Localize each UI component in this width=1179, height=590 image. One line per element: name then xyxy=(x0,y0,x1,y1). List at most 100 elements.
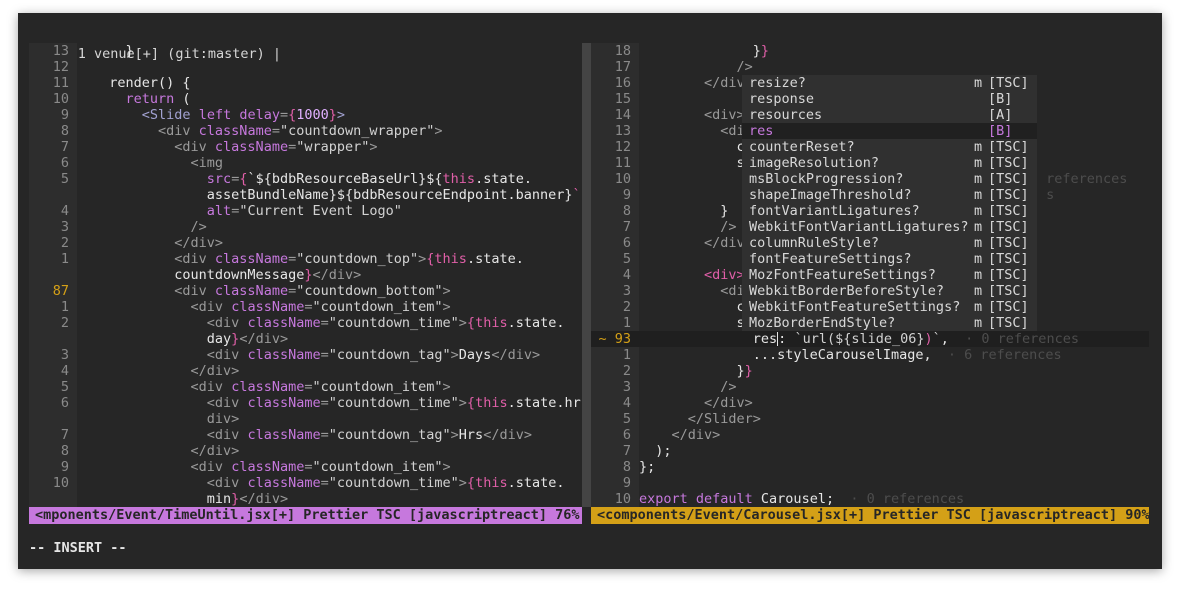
left-code-line[interactable]: div> xyxy=(29,411,582,427)
right-code-line[interactable]: 6 </div> xyxy=(591,427,1149,443)
line-number: 3 xyxy=(622,283,631,299)
left-code-line[interactable]: 5 src={`${bdbResourceBaseUrl}${this.stat… xyxy=(29,171,582,187)
right-code-line[interactable]: 2 }} xyxy=(591,363,1149,379)
completion-popup[interactable]: resize? m [TSC] response [B] resources [A] res [… xyxy=(742,75,1037,331)
left-code-line[interactable]: 3 <div className="countdown_tag">Days</d… xyxy=(29,347,582,363)
completion-menu-flag: m xyxy=(974,171,983,187)
code-text: </div xyxy=(639,235,745,251)
left-code-line[interactable]: 8 <div className="countdown_wrapper"> xyxy=(29,123,582,139)
left-code-line[interactable]: day}</div> xyxy=(29,331,582,347)
left-code-line[interactable]: 13 } xyxy=(29,43,582,59)
left-code-line[interactable]: 6 <div className="countdown_time">{this.… xyxy=(29,395,582,411)
left-code-line[interactable]: 9 <div className="countdown_item"> xyxy=(29,459,582,475)
left-code-line[interactable]: assetBundleName}${bdbResourceEndpoint.ba… xyxy=(29,187,582,203)
left-code-line[interactable]: 7 <div className="countdown_tag">Hrs</di… xyxy=(29,427,582,443)
completion-item[interactable]: fontFeatureSettings? m [TSC] xyxy=(742,251,1037,267)
completion-item[interactable]: response [B] xyxy=(742,91,1037,107)
code-text: </div> xyxy=(93,235,223,251)
left-code-line[interactable]: 2 <div className="countdown_time">{this.… xyxy=(29,315,582,331)
right-code-line[interactable]: 10 export default Carousel; · 0 reference… xyxy=(591,491,1149,507)
left-editor-pane[interactable]: 13 } 12 11 render() {10 return (9 <Slide l… xyxy=(29,43,582,507)
token: > xyxy=(442,459,451,475)
code-text: ); xyxy=(639,443,671,459)
right-code-line[interactable]: 5 </Slider> xyxy=(591,411,1149,427)
completion-item[interactable]: WebkitFontFeatureSettings? m [TSC] xyxy=(742,299,1037,315)
completion-item[interactable]: counterReset? m [TSC] xyxy=(742,139,1037,155)
token: "Current Event Logo" xyxy=(239,203,402,219)
completion-item[interactable]: res [B] xyxy=(742,123,1037,139)
left-code-line[interactable]: 9 <Slide left delay={1000}> xyxy=(29,107,582,123)
token: } xyxy=(639,203,729,219)
left-code-line[interactable]: 6 <img xyxy=(29,155,582,171)
token: ) xyxy=(924,331,933,347)
right-code-line[interactable]: 8}; xyxy=(591,459,1149,475)
left-code-line[interactable]: 8 </div> xyxy=(29,443,582,459)
token: className xyxy=(214,283,289,299)
token: min xyxy=(93,491,232,507)
right-code-line[interactable]: 9 xyxy=(591,475,1149,491)
line-number: 6 xyxy=(622,235,631,251)
completion-item[interactable]: columnRuleStyle? m [TSC] xyxy=(742,235,1037,251)
left-code-line[interactable]: countdownMessage}</div> xyxy=(29,267,582,283)
right-code-line[interactable]: 4 </div> xyxy=(591,395,1149,411)
completion-item[interactable]: msBlockProgression? m [TSC] xyxy=(742,171,1037,187)
left-code-line[interactable]: 4 alt="Current Event Logo" xyxy=(29,203,582,219)
right-code-line[interactable]: ~ 93 res: `url(${slide_06})`, · 0 refere… xyxy=(591,331,1149,347)
completion-item[interactable]: MozFontFeatureSettings? m [TSC] xyxy=(742,267,1037,283)
completion-word: res xyxy=(749,123,774,139)
completion-item[interactable]: WebkitFontVariantLigatures? m [TSC] xyxy=(742,219,1037,235)
token: this xyxy=(475,475,508,491)
completion-item[interactable]: imageResolution? m [TSC] xyxy=(742,155,1037,171)
left-code-line[interactable]: 87 <div className="countdown_bottom"> xyxy=(29,283,582,299)
completion-item[interactable]: resources [A] xyxy=(742,107,1037,123)
left-code-line[interactable]: 1 <div className="countdown_item"> xyxy=(29,299,582,315)
token: className xyxy=(247,347,321,363)
right-code-line[interactable]: 1 ...styleCarouselImage, · 6 references xyxy=(591,347,1149,363)
left-code-line[interactable]: 4 </div> xyxy=(29,363,582,379)
left-code-line[interactable]: 7 <div className="wrapper"> xyxy=(29,139,582,155)
completion-item[interactable]: fontVariantLigatures? m [TSC] xyxy=(742,203,1037,219)
left-code-line[interactable]: 10 return ( xyxy=(29,91,582,107)
token: > xyxy=(442,283,451,299)
token: .state. xyxy=(466,251,524,267)
left-code-line[interactable]: 2 </div> xyxy=(29,235,582,251)
right-code-line[interactable]: 7 ); xyxy=(591,443,1149,459)
token: /> xyxy=(736,59,753,75)
completion-item[interactable]: resize? m [TSC] xyxy=(742,75,1037,91)
left-code-line[interactable]: 3 /> xyxy=(29,219,582,235)
line-number: 7 xyxy=(60,139,69,155)
token: alt xyxy=(206,203,232,219)
line-number: 7 xyxy=(622,219,631,235)
left-statusline: <mponents/Event/TimeUntil.jsx[+] Prettie… xyxy=(29,507,582,524)
left-code-line[interactable]: 1 <div className="countdown_top">{this.s… xyxy=(29,251,582,267)
token: } xyxy=(639,363,745,379)
code-text: <div className="countdown_tag">Hrs</div> xyxy=(93,427,532,443)
token: export default xyxy=(639,491,753,507)
completion-item[interactable]: shapeImageThreshold? m [TSC] xyxy=(742,187,1037,203)
code-text: res: `url(${slide_06})`, · 0 references xyxy=(639,331,1079,347)
left-code-line[interactable]: min}</div> xyxy=(29,491,582,507)
code-text: <div className="countdown_item"> xyxy=(93,299,451,315)
right-code-line[interactable]: 18 }} xyxy=(591,43,1149,59)
token: = xyxy=(279,107,289,123)
line-number: 1 xyxy=(60,299,69,315)
left-code-line[interactable]: 11 render() { xyxy=(29,75,582,91)
token: left delay xyxy=(198,107,280,123)
completion-item[interactable]: MozBorderEndStyle? m [TSC] xyxy=(742,315,1037,331)
left-code-line[interactable]: 10 <div className="countdown_time">{this… xyxy=(29,475,582,491)
right-status-text: <components/Event/Carousel.jsx[+] Pretti… xyxy=(597,507,1150,523)
right-code-line[interactable]: 17 /> xyxy=(591,59,1149,75)
left-code-line[interactable]: 12 xyxy=(29,59,582,75)
left-code-line[interactable]: 5 <div className="countdown_item"> xyxy=(29,379,582,395)
line-number: 15 xyxy=(614,91,631,107)
completion-item[interactable]: WebkitBorderBeforeStyle? m [TSC] xyxy=(742,283,1037,299)
completion-menu-flag: m xyxy=(974,235,983,251)
code-text: export default Carousel; · 0 references xyxy=(639,491,964,507)
vertical-split-divider[interactable] xyxy=(582,43,591,507)
code-text: </div> xyxy=(93,443,240,459)
right-code-line[interactable]: 3 /> xyxy=(591,379,1149,395)
